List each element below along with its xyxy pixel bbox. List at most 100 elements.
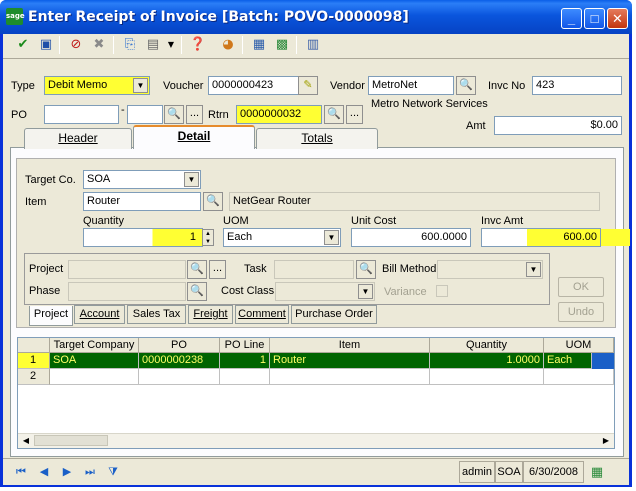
window-title: Enter Receipt of Invoice [Batch: POVO-00…	[28, 9, 409, 25]
quantity-stepper[interactable]: 1	[83, 228, 203, 247]
voucher-edit-icon[interactable]: ✎	[298, 76, 318, 95]
variance-checkbox[interactable]	[436, 285, 448, 297]
invc-amt-label: Invc Amt	[481, 215, 524, 227]
voucher-label: Voucher	[163, 80, 204, 92]
minimize-button[interactable]: _	[561, 8, 582, 29]
scroll-right-icon[interactable]: ▶	[599, 434, 613, 447]
vendor-field[interactable]: MetroNet	[368, 76, 454, 95]
vendor-lookup-search-icon[interactable]: 🔍	[456, 76, 476, 95]
table-row-cell[interactable]	[270, 369, 430, 385]
rtrn-lookup-search-icon[interactable]: 🔍	[324, 105, 344, 124]
chevron-down-icon[interactable]: ▼	[358, 284, 373, 299]
maximize-button[interactable]: □	[584, 8, 605, 29]
col-uom[interactable]: UOM	[544, 338, 614, 353]
invc-no-field[interactable]: 423	[532, 76, 622, 95]
next-record-icon[interactable]: ▶	[58, 463, 76, 481]
col-item[interactable]: Item	[270, 338, 430, 353]
invc-no-label: Invc No	[488, 80, 526, 92]
status-date: 6/30/2008	[523, 461, 584, 483]
help-icon[interactable]: ❓	[189, 36, 207, 54]
cost-class-label: Cost Class	[221, 285, 275, 297]
subtab-freight[interactable]: Freight	[188, 305, 233, 324]
row-number[interactable]: 2	[18, 369, 50, 385]
table-row-cell[interactable]: 0000000238	[139, 353, 220, 369]
scrollbar-thumb[interactable]	[34, 435, 108, 446]
subtab-account[interactable]: Account	[74, 305, 125, 324]
subtab-comment[interactable]: Comment	[235, 305, 289, 324]
task-lookup-search-icon[interactable]: 🔍	[356, 260, 376, 279]
chevron-down-icon[interactable]: ▼	[324, 230, 339, 245]
undo-button[interactable]: Undo	[558, 302, 604, 322]
rtrn-field[interactable]: 0000000032	[236, 105, 322, 124]
invc-amt-field[interactable]: 600.00	[481, 228, 601, 247]
table-row-cell[interactable]	[544, 369, 614, 385]
col-po-line[interactable]: PO Line	[220, 338, 270, 353]
vendor-name: Metro Network Services	[371, 98, 488, 110]
table-row-cell[interactable]: Router	[270, 353, 430, 369]
export-icon[interactable]: ⎘	[121, 36, 139, 54]
unit-cost-field[interactable]: 600.0000	[351, 228, 471, 247]
voucher-field[interactable]: 0000000423	[208, 76, 300, 95]
po-field[interactable]	[44, 105, 119, 124]
po-release-field[interactable]	[127, 105, 163, 124]
toolbar-separator	[242, 36, 243, 54]
chevron-down-icon[interactable]: ▼	[133, 78, 148, 93]
cancel-icon[interactable]: ⊘	[67, 36, 85, 54]
table-row-cell[interactable]: 1.0000	[430, 353, 544, 369]
toolbar-divider	[3, 58, 629, 59]
table-row-cell[interactable]	[430, 369, 544, 385]
rtrn-ellipsis-button[interactable]: ...	[346, 105, 363, 124]
chevron-down-icon[interactable]: ▼	[526, 262, 541, 277]
accept-check-icon[interactable]: ✔	[14, 36, 32, 54]
toolbar-separator	[113, 36, 114, 54]
vendor-label: Vendor	[330, 80, 365, 92]
page-setup-icon[interactable]: ▤	[144, 36, 162, 54]
subtab-sales-tax[interactable]: Sales Tax	[127, 305, 186, 324]
table-row-cell[interactable]	[139, 369, 220, 385]
first-record-icon[interactable]: ⏮	[12, 463, 30, 481]
uom-label: UOM	[223, 215, 249, 227]
spinner-arrows-icon[interactable]: ▲ ▼	[202, 229, 214, 246]
row-number[interactable]: 1	[18, 353, 50, 369]
phase-lookup-search-icon[interactable]: 🔍	[187, 282, 207, 301]
delete-icon[interactable]: ✖	[90, 36, 108, 54]
table-row-cell[interactable]	[220, 369, 270, 385]
scroll-left-icon[interactable]: ◀	[19, 434, 33, 447]
project-lookup-search-icon[interactable]: 🔍	[187, 260, 207, 279]
col-quantity[interactable]: Quantity	[430, 338, 544, 353]
item-lookup-search-icon[interactable]: 🔍	[203, 192, 223, 211]
table-row-cell[interactable]: SOA	[50, 353, 139, 369]
tab-header[interactable]: Header	[24, 128, 132, 149]
ok-button[interactable]: OK	[558, 277, 604, 297]
last-record-icon[interactable]: ⏭	[81, 463, 99, 481]
chevron-down-icon[interactable]: ▼	[184, 172, 199, 187]
po-label: PO	[11, 109, 27, 121]
task-field[interactable]	[274, 260, 354, 279]
grid-add-icon[interactable]: ▦	[250, 36, 268, 54]
table-row-cell[interactable]: Each	[544, 353, 592, 369]
grid-remove-icon[interactable]: ▩	[273, 36, 291, 54]
col-target-company[interactable]: Target Company	[50, 338, 139, 353]
po-lookup-search-icon[interactable]: 🔍	[164, 105, 184, 124]
status-grid-icon[interactable]: ▦	[587, 462, 607, 482]
table-row-cell[interactable]	[50, 369, 139, 385]
subtab-project[interactable]: Project	[29, 306, 73, 326]
chevron-down-icon[interactable]: ▼	[162, 36, 180, 54]
close-button[interactable]: ✕	[607, 8, 628, 29]
previous-record-icon[interactable]: ◀	[35, 463, 53, 481]
phase-field[interactable]	[68, 282, 186, 301]
item-field[interactable]: Router	[83, 192, 201, 211]
table-row-cell[interactable]: 1	[220, 353, 270, 369]
subtab-purchase-order[interactable]: Purchase Order	[291, 305, 377, 324]
chart-icon[interactable]: ◕	[219, 36, 237, 54]
tab-detail[interactable]: Detail	[133, 125, 255, 149]
project-field[interactable]	[68, 260, 186, 279]
col-po[interactable]: PO	[139, 338, 220, 353]
po-ellipsis-button[interactable]: ...	[186, 105, 203, 124]
project-ellipsis-button[interactable]: ...	[209, 260, 226, 279]
calculator-icon[interactable]: ▥	[304, 36, 322, 54]
save-icon[interactable]: ▣	[37, 36, 55, 54]
filter-icon[interactable]: ⧩	[104, 463, 122, 481]
tab-totals[interactable]: Totals	[256, 128, 378, 149]
tab-detail-label: Detail	[177, 129, 211, 143]
